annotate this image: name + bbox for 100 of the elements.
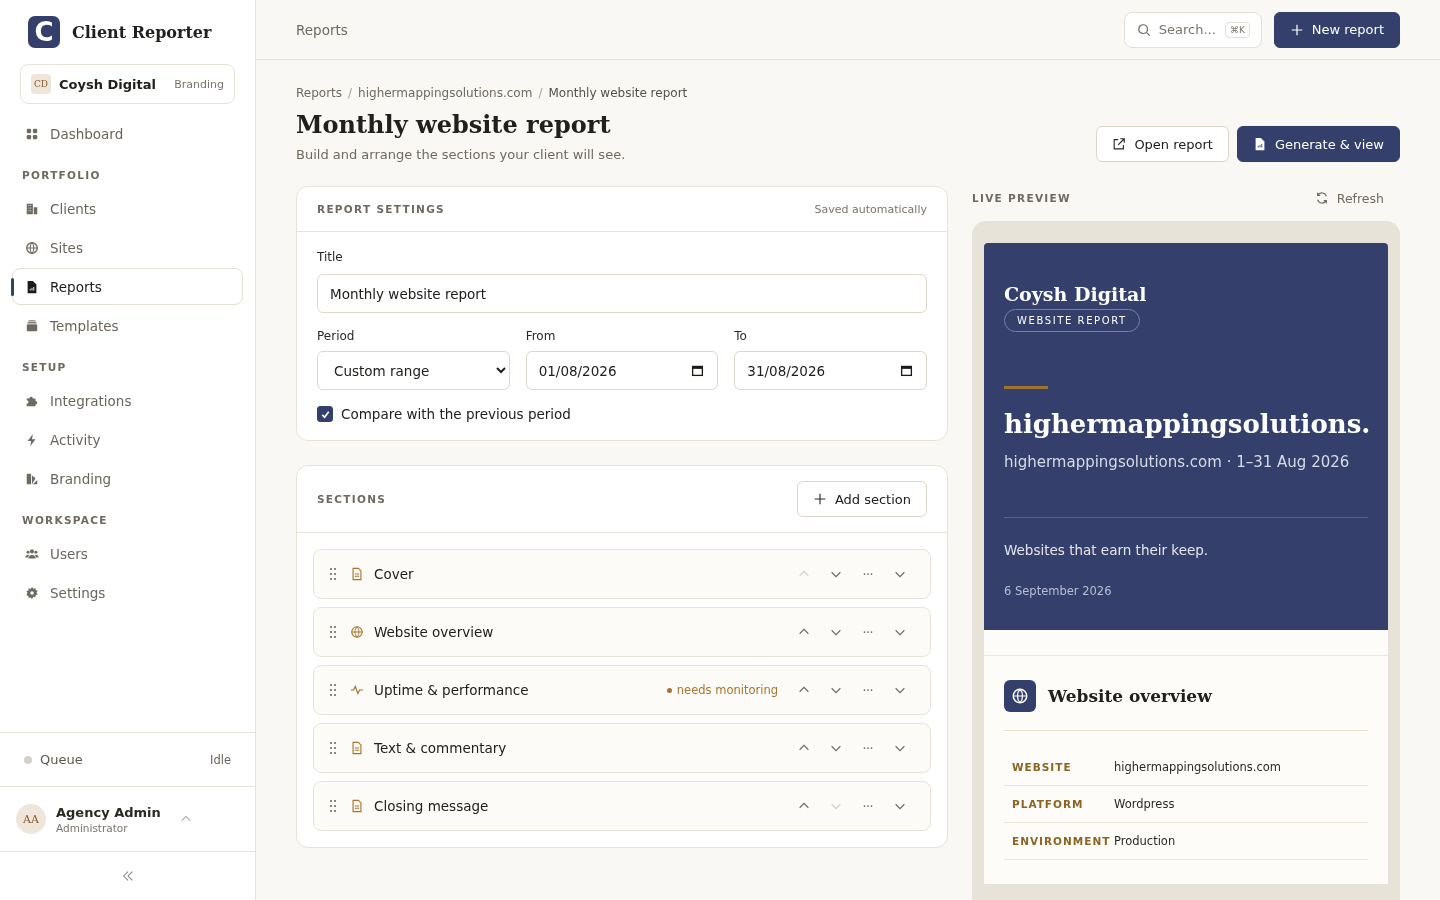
globe-icon xyxy=(1004,680,1036,712)
workspace-name: Coysh Digital xyxy=(59,76,157,92)
site-title: highermappingsolutions. xyxy=(1004,409,1371,439)
breadcrumb-separator: / xyxy=(348,86,353,100)
document-icon xyxy=(350,567,364,581)
field-label: Title xyxy=(317,250,344,264)
page-subtitle: Build and arrange the sections your client will see. xyxy=(296,147,626,162)
section-name: Website overview xyxy=(374,624,495,640)
section-row[interactable]: Closing message xyxy=(313,781,931,831)
nav-heading: PORTFOLIO xyxy=(21,168,102,183)
pulse-icon xyxy=(350,683,364,697)
row-value: Wordpress xyxy=(1114,797,1175,811)
refresh-button[interactable]: Refresh xyxy=(1308,189,1390,207)
section-title: Website overview xyxy=(1048,686,1212,706)
status-badge: needs monitoring xyxy=(666,683,778,697)
breadcrumb-link[interactable]: Reports xyxy=(296,86,343,100)
page-heading: Monthly website report xyxy=(296,110,612,139)
sidebar-item[interactable]: Clients xyxy=(12,190,243,227)
client-name: Coysh Digital xyxy=(1004,283,1148,305)
grid-icon xyxy=(25,126,39,141)
accent-rule xyxy=(1004,386,1048,389)
sidebar-item[interactable]: Reports xyxy=(12,268,243,305)
refresh-icon xyxy=(1314,191,1329,205)
page-title: Reports xyxy=(296,21,349,38)
sidebar-item[interactable]: Settings xyxy=(12,574,243,611)
globe-icon xyxy=(25,240,39,255)
row-label: ENVIRONMENT xyxy=(1011,835,1112,847)
shortcut-hint: ⌘K xyxy=(1224,21,1250,38)
sidebar-item[interactable]: Activity xyxy=(12,421,243,458)
row-value: highermappingsolutions.com xyxy=(1114,760,1282,774)
date-field[interactable]: 31/08/2026 xyxy=(734,351,927,390)
sidebar-item[interactable]: Users xyxy=(12,535,243,572)
field-label: To xyxy=(734,329,748,343)
user-avatar: AA xyxy=(16,804,46,834)
card-heading: SECTIONS xyxy=(317,493,387,505)
new-report-button[interactable]: New report xyxy=(1273,11,1400,48)
checkbox-label: Compare with the previous period xyxy=(341,406,571,422)
stack-icon xyxy=(25,318,39,333)
queue-status: Idle xyxy=(210,752,231,767)
generate-button[interactable]: Generate & view xyxy=(1236,126,1400,162)
drag-handle-icon xyxy=(328,799,338,813)
row-value: Production xyxy=(1114,834,1176,848)
section-name: Cover xyxy=(374,566,415,582)
report-date: 6 September 2026 xyxy=(1004,584,1113,598)
document-icon xyxy=(350,799,364,813)
sidebar-item[interactable]: Dashboard xyxy=(12,115,243,152)
settings-icon xyxy=(25,585,39,600)
row-label: PLATFORM xyxy=(1011,798,1085,810)
globe-icon xyxy=(350,625,364,639)
breadcrumb-separator: / xyxy=(538,86,543,100)
add-section-button[interactable]: Add section xyxy=(796,481,927,517)
field-label: Period xyxy=(317,329,356,343)
section-row[interactable]: Text & commentary xyxy=(313,723,931,773)
plus-icon xyxy=(812,492,827,506)
breadcrumb-link[interactable]: highermappingsolutions.com xyxy=(358,86,533,100)
workspace-tag: Branding xyxy=(174,77,224,91)
calendar-icon xyxy=(900,364,913,377)
open-report-button[interactable]: Open report xyxy=(1096,126,1229,162)
external-link-icon xyxy=(1112,137,1127,151)
preview-heading: LIVE PREVIEW xyxy=(972,192,1071,204)
section-row[interactable]: Website overview xyxy=(313,607,931,657)
save-status: Saved automatically xyxy=(814,202,927,216)
sidebar-item[interactable]: Integrations xyxy=(12,382,243,419)
swatch-icon xyxy=(25,471,39,486)
app-name: Client Reporter xyxy=(72,22,212,42)
date-field[interactable]: 01/08/2026 xyxy=(525,351,719,390)
workspace-initials: CD xyxy=(31,74,51,94)
drag-handle-icon xyxy=(328,567,338,581)
sidebar-item[interactable]: Templates xyxy=(12,307,243,344)
logo: C xyxy=(28,16,60,48)
sidebar-item[interactable]: Branding xyxy=(12,460,243,497)
card-heading: REPORT SETTINGS xyxy=(317,203,445,215)
section-name: Closing message xyxy=(374,798,490,814)
section-name: Uptime & performance xyxy=(374,682,530,698)
drag-handle-icon xyxy=(328,741,338,755)
search-icon xyxy=(1136,22,1151,37)
document-icon xyxy=(350,741,364,755)
period-select[interactable]: Custom range xyxy=(317,351,510,390)
section-row[interactable]: Cover xyxy=(313,549,931,599)
nav-heading: SETUP xyxy=(21,360,68,375)
nav-heading: WORKSPACE xyxy=(21,513,109,528)
double-chevron-icon xyxy=(120,869,135,883)
drag-handle-icon xyxy=(328,625,338,639)
queue-label: Queue xyxy=(40,752,84,767)
checkbox[interactable] xyxy=(317,406,333,422)
building-icon xyxy=(25,201,39,216)
section-row[interactable]: Uptime & performance needs monitoring xyxy=(313,665,931,715)
row-label: WEBSITE xyxy=(1011,761,1073,773)
user-name: Agency Admin xyxy=(56,804,161,820)
drag-handle-icon xyxy=(328,683,338,697)
report-meta: highermappingsolutions.com · 1–31 Aug 2026 xyxy=(1004,453,1351,471)
document-icon xyxy=(25,279,39,294)
breadcrumb-current: Monthly website report xyxy=(548,86,688,100)
user-role: Administrator xyxy=(56,821,129,834)
title-field[interactable]: Monthly website report xyxy=(317,274,927,313)
calendar-icon xyxy=(691,364,705,377)
sidebar-item[interactable]: Sites xyxy=(12,229,243,266)
section-name: Text & commentary xyxy=(374,740,508,756)
workspace-switcher[interactable]: CD Coysh Digital Branding xyxy=(20,64,235,104)
field-label: From xyxy=(525,329,557,343)
